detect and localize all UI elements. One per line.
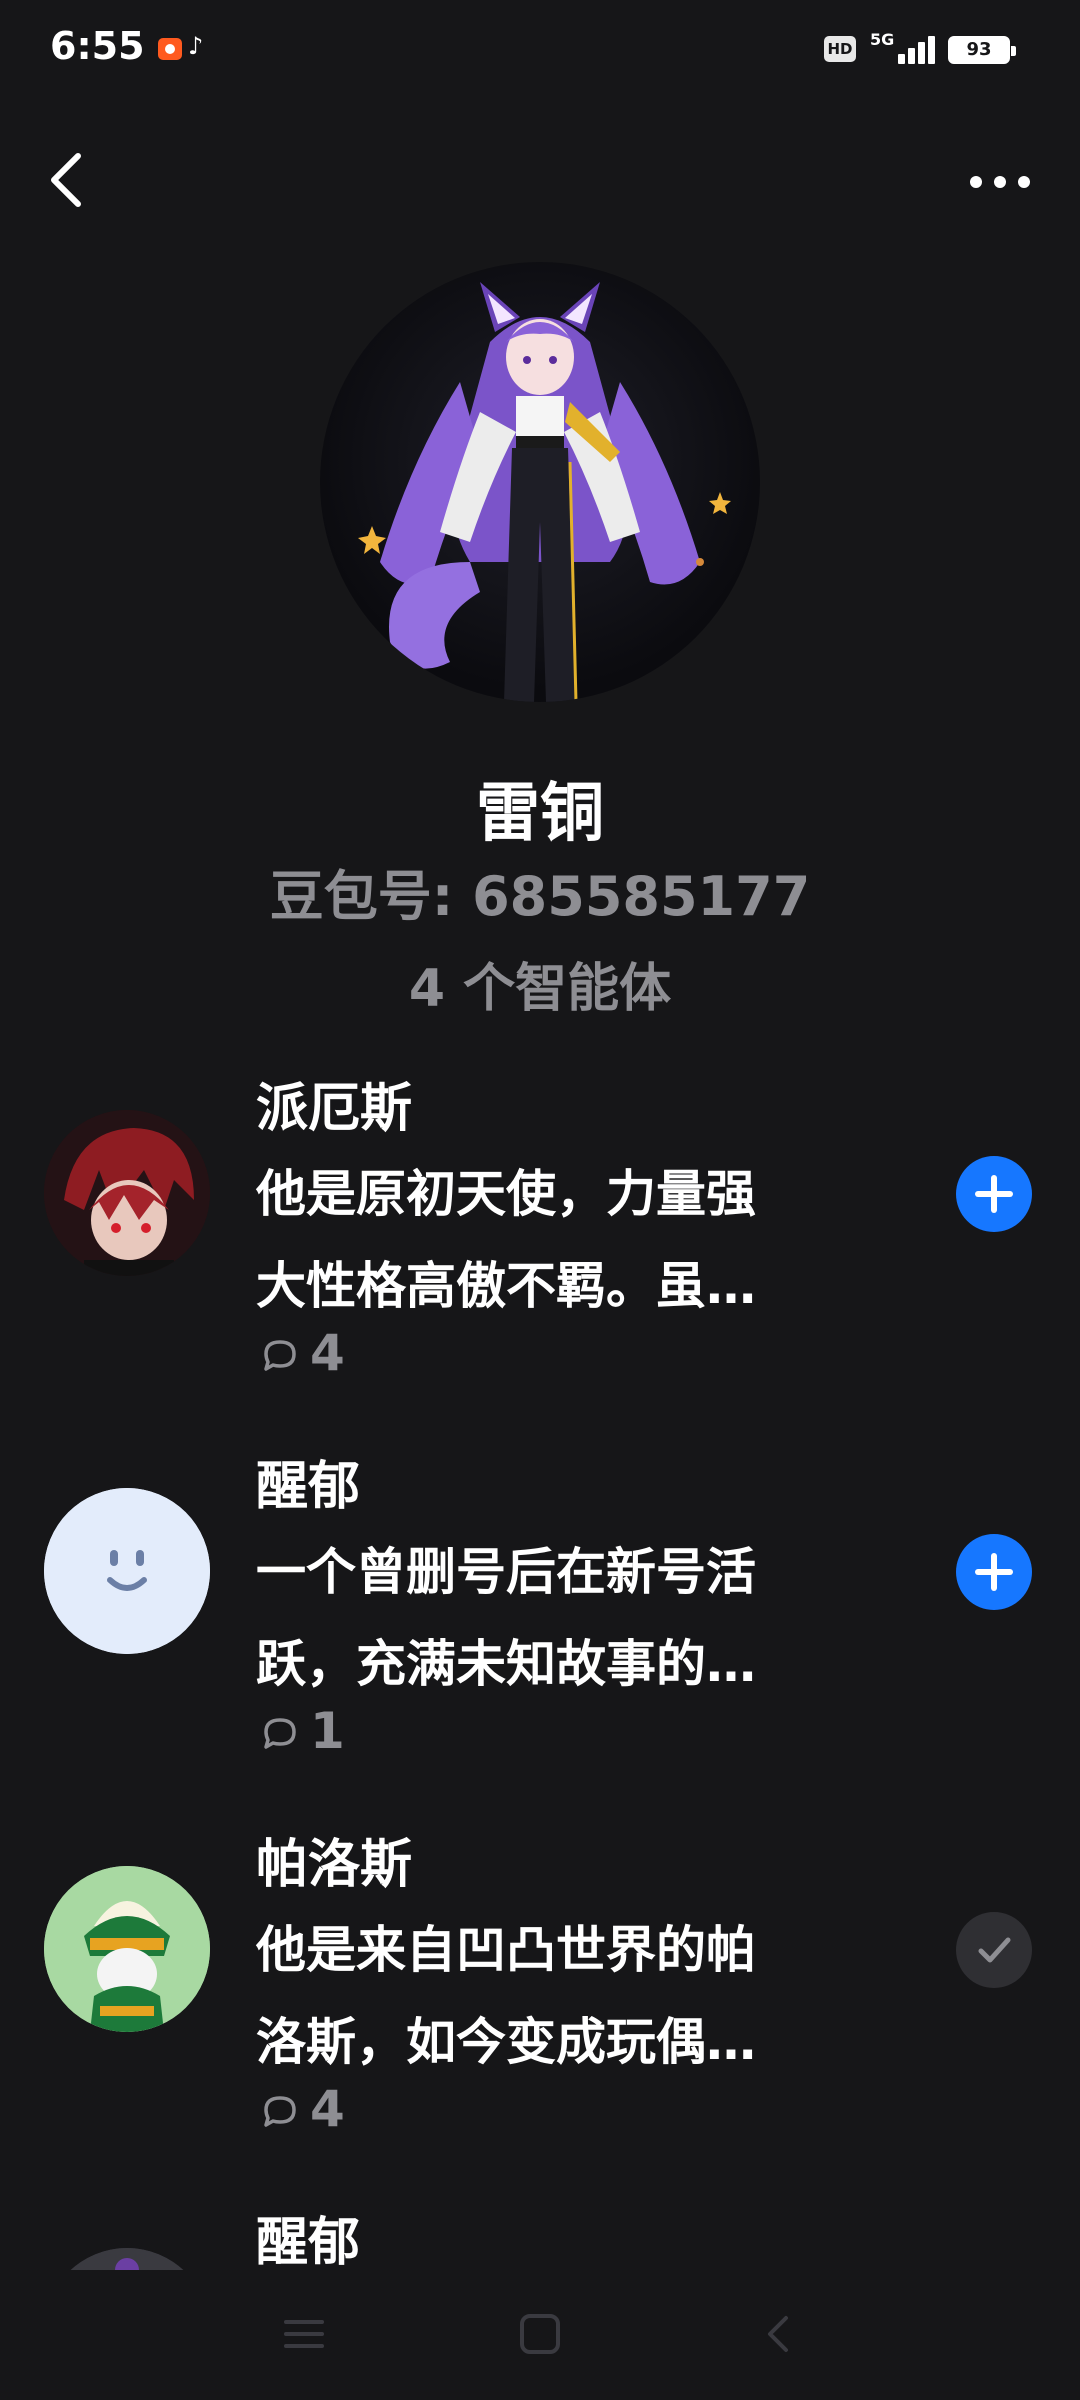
agent-name: 派厄斯 <box>256 1079 413 1139</box>
more-button[interactable] <box>960 150 1040 210</box>
agent-avatar <box>44 2248 210 2270</box>
agent-list-item[interactable]: 派厄斯 他是原初天使，力量强 大性格高傲不羁。虽… 4 <box>0 1066 1080 1406</box>
agent-description: 他是原初天使，力量强 大性格高傲不羁。虽… <box>256 1165 756 1315</box>
home-square-icon[interactable] <box>518 2314 562 2358</box>
back-button[interactable] <box>40 140 100 220</box>
avatar-illustration <box>358 282 731 702</box>
status-time: 6:55 <box>50 24 145 68</box>
agent-list-item[interactable]: 帕洛斯 他是来自凹凸世界的帕 洛斯，如今变成玩偶… 4 <box>0 1822 1080 2162</box>
comment-icon <box>264 1718 296 1749</box>
agent-avatar <box>44 1488 210 1654</box>
network-type: 5G <box>870 30 895 49</box>
agent-description: 一个曾删号后在新号活 跃，充满未知故事的… <box>256 1543 756 1693</box>
signal-icon: 5G <box>868 28 938 68</box>
agent-name: 帕洛斯 <box>256 1835 413 1895</box>
default-face-icon <box>44 1488 210 1654</box>
hd-badge: HD <box>824 36 856 62</box>
agent-list-item[interactable]: 醒郁 一个曾删号后在新号活 跃，充满未知故事的… 1 <box>0 1444 1080 1784</box>
comment-icon <box>264 1340 296 1371</box>
system-nav-bar <box>0 2270 1080 2400</box>
plus-icon <box>975 1553 1013 1591</box>
tiktok-icon: ♪ <box>188 32 204 60</box>
chevron-left-icon <box>51 153 81 207</box>
comment-icon <box>264 2096 296 2127</box>
screen-record-icon <box>158 38 182 60</box>
battery-level: 93 <box>951 39 1007 61</box>
profile-name: 雷铜 <box>476 777 604 851</box>
doubao-id: 豆包号: 685585177 <box>269 865 811 928</box>
status-bar: 6:55 ♪ HD 5G 93 <box>0 0 1080 100</box>
added-agent-button[interactable] <box>956 1912 1032 1988</box>
check-icon <box>978 1937 1011 1963</box>
agent-avatar <box>44 1866 210 2032</box>
agent-name: 醒郁 <box>256 2213 361 2270</box>
plus-icon <box>975 1175 1013 1213</box>
profile-avatar[interactable] <box>320 262 760 702</box>
add-agent-button[interactable] <box>956 1534 1032 1610</box>
agent-list-item[interactable]: 醒郁 <box>0 2200 1080 2270</box>
agent-count: 4 个智能体 <box>408 959 672 1019</box>
back-triangle-icon[interactable] <box>756 2314 800 2358</box>
agent-name: 醒郁 <box>256 1457 361 1517</box>
add-agent-button[interactable] <box>956 1156 1032 1232</box>
battery-icon: 93 <box>948 36 1016 64</box>
agent-description: 他是来自凹凸世界的帕 洛斯，如今变成玩偶… <box>256 1921 756 2071</box>
menu-icon[interactable] <box>282 2314 326 2358</box>
agent-avatar <box>44 1110 210 1276</box>
